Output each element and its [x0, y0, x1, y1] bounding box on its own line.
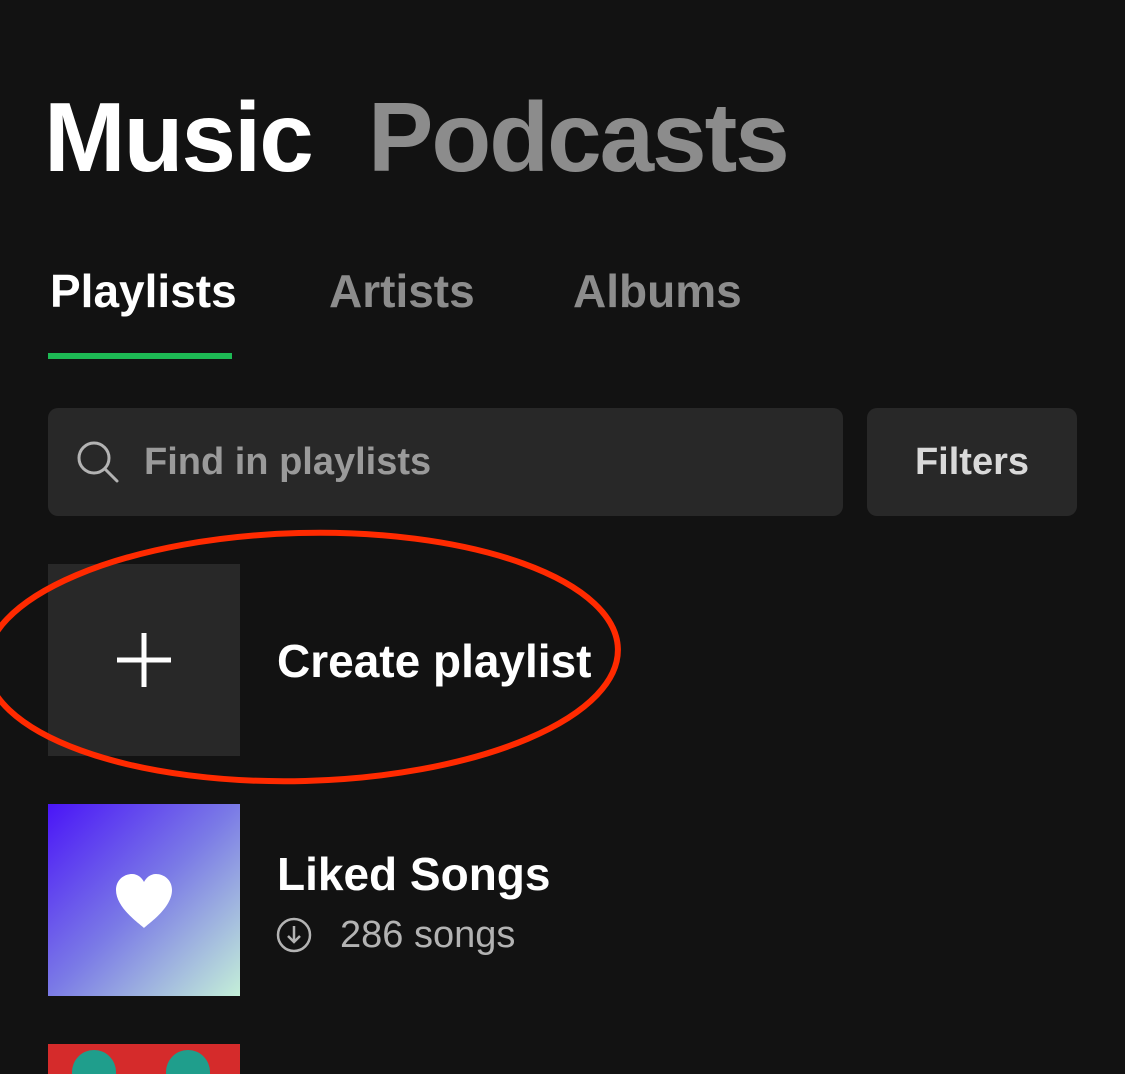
subtab-artists[interactable]: Artists	[329, 268, 475, 314]
search-input[interactable]	[144, 408, 824, 516]
create-playlist-row[interactable]: Create playlist	[48, 564, 1078, 756]
subtab-playlists[interactable]: Playlists	[50, 268, 237, 314]
bell-shape	[166, 1050, 210, 1074]
bell-shape	[72, 1050, 116, 1074]
heart-icon	[116, 874, 172, 928]
subtab-albums[interactable]: Albums	[573, 268, 742, 314]
active-tab-indicator	[48, 353, 232, 359]
liked-songs-thumbnail	[48, 804, 240, 996]
liked-songs-row[interactable]: Liked Songs 286 songs	[48, 804, 1078, 996]
playlist-thumbnail-partial[interactable]	[48, 1044, 240, 1074]
search-icon	[77, 441, 119, 483]
create-playlist-label: Create playlist	[277, 635, 592, 687]
liked-songs-title: Liked Songs	[277, 848, 551, 900]
create-playlist-thumbnail	[48, 564, 240, 756]
liked-songs-count: 286 songs	[340, 914, 516, 956]
download-icon	[276, 917, 312, 953]
search-bar[interactable]	[48, 408, 843, 516]
filters-button[interactable]: Filters	[867, 408, 1077, 516]
tab-music[interactable]: Music	[44, 88, 314, 186]
tab-podcasts[interactable]: Podcasts	[368, 88, 790, 186]
plus-icon	[117, 633, 171, 687]
